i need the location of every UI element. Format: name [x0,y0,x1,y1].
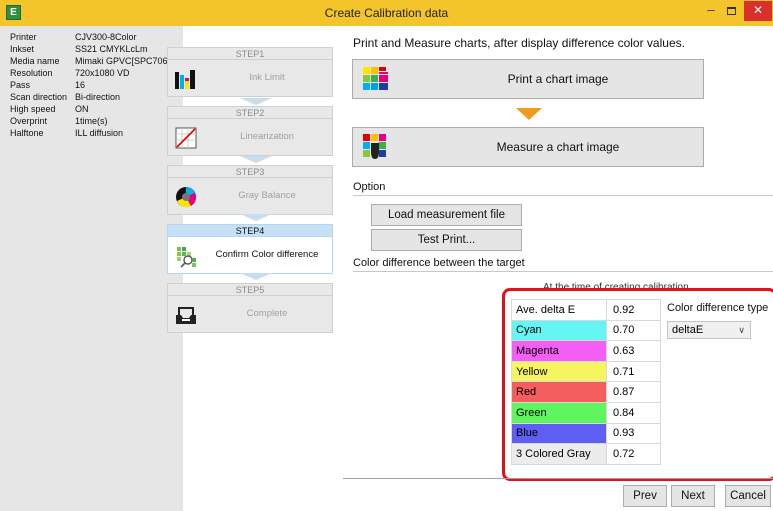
maximize-icon [726,7,736,15]
footer-divider [343,478,773,479]
step-3-header: STEP3 [167,165,333,177]
option-divider [353,195,773,196]
step-5-complete[interactable]: Complete [167,295,333,333]
info-value: 720x1080 VD [75,68,130,78]
table-row: Magenta 0.63 [511,340,661,362]
table-row: Yellow 0.71 [511,360,661,383]
step-2-linearization[interactable]: Linearization [167,118,333,156]
minimize-button[interactable]: – [701,2,721,20]
step-label: Gray Balance [238,190,296,201]
color-name-cell: Yellow [511,360,607,383]
info-value: SS21 CMYKLcLm [75,44,148,54]
measure-chart-label: Measure a chart image [496,140,620,154]
info-value: Bi-direction [75,92,121,102]
delta-value-cell: 0.87 [606,381,661,403]
flow-arrow-icon [516,108,542,120]
info-key: Overprint [10,116,48,126]
info-key: Inkset [10,44,35,54]
info-value: Mimaki GPVC[SPC706] [75,56,171,66]
info-key: Halftone [10,128,44,138]
info-value: 1time(s) [75,116,108,126]
step-1-header: STEP1 [167,47,333,59]
window-title: Create Calibration data [324,6,449,20]
color-difference-divider [353,271,773,272]
close-button[interactable]: ✕ [744,1,772,21]
title-bar: E Create Calibration data – ✕ [0,0,773,26]
table-row: Blue 0.93 [511,422,661,445]
color-name-cell: Green [511,401,607,424]
table-row: Cyan 0.70 [511,319,661,342]
next-button[interactable]: Next [671,485,715,507]
step-arrow [240,273,272,280]
step-3-gray-balance[interactable]: Gray Balance [167,177,333,215]
info-value: CJV300-8Color [75,32,137,42]
info-value: ON [75,104,89,114]
table-row: Red 0.87 [511,381,661,403]
instruction-heading: Print and Measure charts, after display … [353,36,685,50]
info-value: 16 [75,80,86,90]
table-row: 3 Colored Gray 0.72 [511,443,661,465]
color-difference-icon [177,247,196,268]
info-value: ILL diffusion [75,128,124,138]
step-label: Ink Limit [249,72,285,83]
maximize-button[interactable] [721,2,741,20]
color-difference-type-label: Color difference type [667,302,769,314]
color-name-cell: Cyan [511,319,607,342]
info-key: Resolution [10,68,53,78]
gray-balance-icon [176,187,196,208]
prev-button[interactable]: Prev [623,485,667,507]
delta-value-cell: 0.84 [606,401,661,424]
delta-value-cell: 0.93 [606,422,661,445]
measure-chart-button[interactable]: Measure a chart image [352,127,704,167]
step-4-header: STEP4 [167,224,333,236]
ink-limit-icon [175,70,195,89]
delta-value-cell: 0.92 [606,299,661,321]
print-chart-label: Print a chart image [507,72,609,86]
test-print-button[interactable]: Test Print... [371,229,522,251]
color-name-cell: Blue [511,422,607,445]
measure-chart-icon [363,134,386,159]
color-name-cell: 3 Colored Gray [511,443,607,465]
step-arrow [240,98,272,105]
step-1-ink-limit[interactable]: Ink Limit [167,59,333,97]
info-key: Printer [10,32,37,42]
step-4-confirm-color-difference[interactable]: Confirm Color difference [167,236,333,274]
color-difference-section-title: Color difference between the target [353,257,525,269]
print-settings-panel: Printer CJV300-8Color Inkset SS21 CMYKLcLm… [0,26,183,511]
color-difference-type-select[interactable]: deltaE ∨ [667,321,751,339]
cancel-button[interactable]: Cancel [725,485,771,507]
delta-value-cell: 0.71 [606,360,661,383]
linearization-icon [175,127,197,149]
selected-type: deltaE [672,324,704,336]
step-label: Complete [246,308,288,319]
color-name-cell: Ave. delta E [511,299,607,321]
color-name-cell: Magenta [511,340,607,362]
table-row: Green 0.84 [511,401,661,424]
step-label: Linearization [240,131,294,142]
step-label: Confirm Color difference [215,249,319,260]
print-chart-button[interactable]: Print a chart image [352,59,704,99]
delta-value-cell: 0.72 [606,443,661,465]
table-row: Ave. delta E 0.92 [511,299,661,321]
complete-icon [176,307,196,324]
delta-value-cell: 0.63 [606,340,661,362]
info-key: Pass [10,80,31,90]
delta-value-cell: 0.70 [606,319,661,342]
info-key: High speed [10,104,56,114]
step-arrow [240,214,272,221]
chevron-down-icon: ∨ [738,325,745,335]
step-2-header: STEP2 [167,106,333,118]
load-measurement-file-button[interactable]: Load measurement file [371,204,522,226]
color-name-cell: Red [511,381,607,403]
info-key: Media name [10,56,60,66]
option-section-title: Option [353,181,386,193]
color-difference-table: Ave. delta E 0.92 Cyan 0.70 Magenta 0.63 Ye… [511,299,661,465]
step-5-header: STEP5 [167,283,333,295]
print-chart-icon [363,67,388,90]
info-key: Scan direction [10,92,68,102]
step-arrow [240,156,272,163]
